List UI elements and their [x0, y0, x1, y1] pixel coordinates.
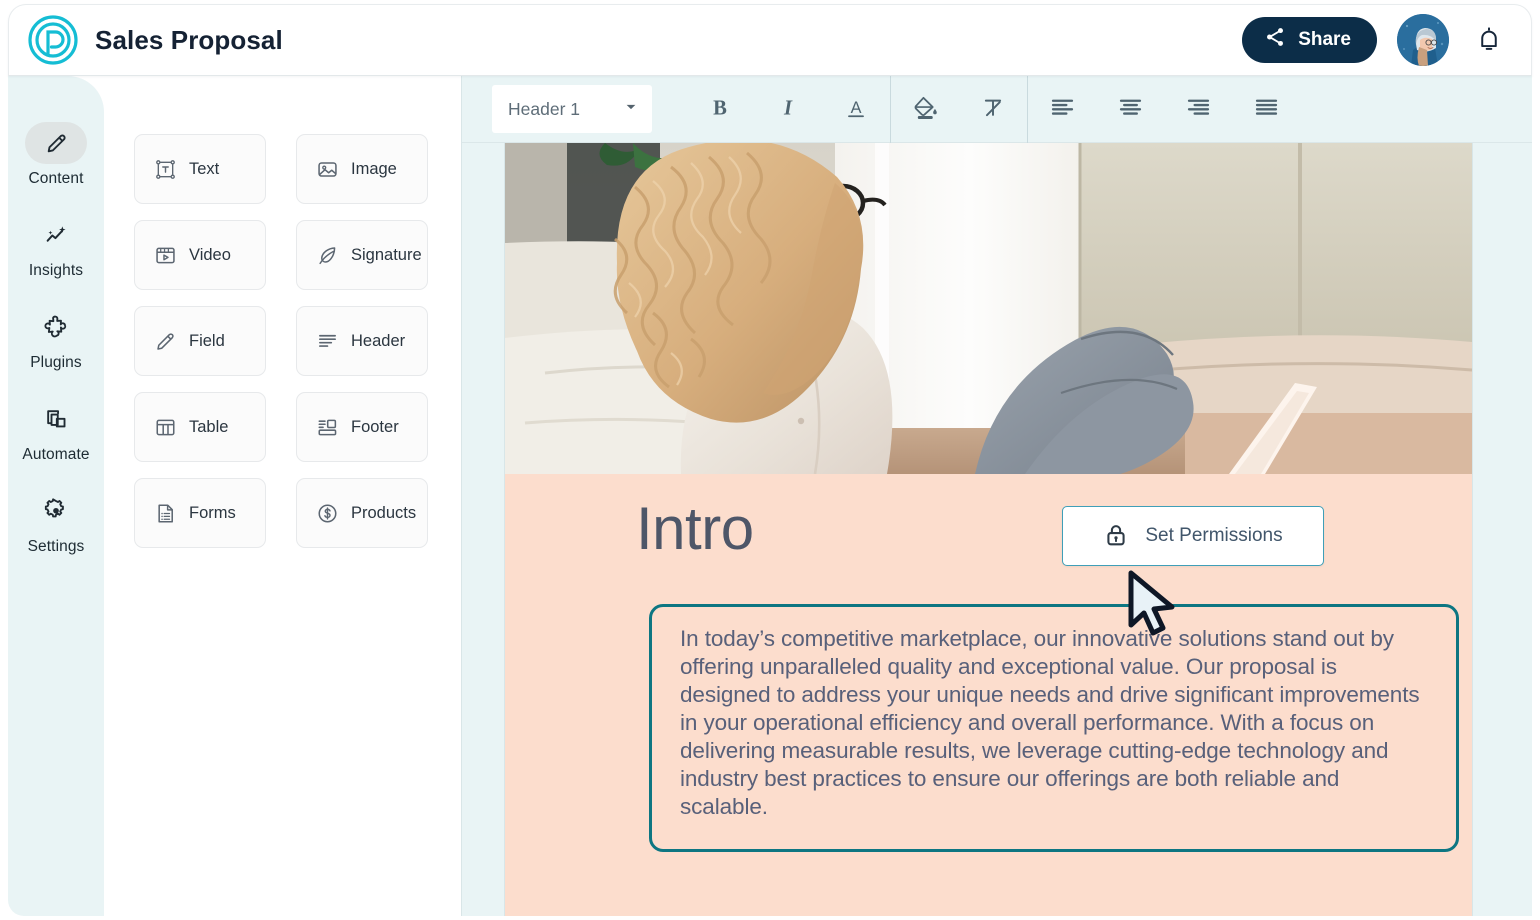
sidebar-item-settings[interactable]: Settings	[8, 490, 104, 556]
document-page: Intro Set Permissions In today’s competi…	[505, 143, 1472, 916]
fill-format-group	[891, 76, 1027, 143]
sidebar-item-insights[interactable]: Insights	[8, 214, 104, 280]
form-document-icon	[153, 501, 177, 525]
hero-image[interactable]	[505, 143, 1472, 474]
palette-item-label: Table	[189, 417, 229, 436]
sidebar-item-automate[interactable]: Automate	[8, 398, 104, 464]
align-right-button[interactable]	[1164, 76, 1232, 143]
align-left-icon	[1049, 94, 1076, 124]
notification-bell-icon[interactable]	[1469, 20, 1509, 60]
top-bar: Sales Proposal Share	[8, 4, 1532, 76]
lock-icon	[1103, 522, 1129, 551]
palette-item-header[interactable]: Header	[296, 306, 428, 376]
share-button[interactable]: Share	[1242, 17, 1377, 63]
text-style-select[interactable]: Header 1	[492, 85, 652, 133]
video-player-icon	[153, 243, 177, 267]
palette-item-label: Products	[351, 503, 417, 522]
avatar[interactable]	[1397, 14, 1449, 66]
copy-layers-icon	[25, 398, 87, 440]
align-center-icon	[1117, 94, 1144, 124]
sidebar-item-content[interactable]: Content	[8, 122, 104, 188]
top-bar-actions: Share	[1242, 14, 1509, 66]
sidebar-item-label: Content	[28, 170, 84, 187]
sidebar-item-label: Settings	[27, 538, 85, 555]
left-nav-rail: Content Insights Plugins Automate Settin…	[8, 76, 104, 916]
text-format-group: B I A	[686, 76, 890, 143]
align-justify-icon	[1253, 94, 1280, 124]
sidebar-item-plugins[interactable]: Plugins	[8, 306, 104, 372]
alignment-group	[1028, 76, 1300, 143]
text-color-button[interactable]: A	[822, 76, 890, 143]
sidebar-item-label: Plugins	[30, 354, 82, 371]
palette-item-forms[interactable]: Forms	[134, 478, 266, 548]
palette-item-video[interactable]: Video	[134, 220, 266, 290]
palette-item-label: Image	[351, 159, 397, 178]
palette-item-label: Text	[189, 159, 220, 178]
image-icon	[315, 157, 339, 181]
footer-lines-icon	[315, 415, 339, 439]
editor-canvas: Intro Set Permissions In today’s competi…	[462, 143, 1532, 916]
set-permissions-label: Set Permissions	[1145, 525, 1283, 546]
editor-toolbar: Header 1 B I A	[462, 75, 1532, 143]
italic-button[interactable]: I	[754, 76, 822, 143]
palette-item-label: Field	[189, 331, 225, 350]
svg-text:B: B	[713, 97, 727, 119]
palette-item-label: Forms	[189, 503, 236, 522]
gear-icon	[25, 490, 87, 532]
share-button-label: Share	[1298, 29, 1351, 50]
palette-item-table[interactable]: Table	[134, 392, 266, 462]
pencil-icon	[25, 122, 87, 164]
proposify-p-logo-icon	[27, 14, 79, 66]
text-style-value: Header 1	[508, 98, 580, 119]
component-palette-grid: Text Image Video Signature Field Header …	[134, 134, 461, 548]
clear-formatting-icon	[980, 95, 1006, 124]
align-right-icon	[1185, 94, 1212, 124]
svg-text:A: A	[851, 98, 862, 116]
clear-formatting-button[interactable]	[959, 76, 1027, 143]
fill-color-button[interactable]	[891, 76, 959, 143]
header-lines-icon	[315, 329, 339, 353]
bold-icon: B	[707, 95, 733, 124]
palette-item-footer[interactable]: Footer	[296, 392, 428, 462]
sidebar-item-label: Insights	[28, 262, 84, 279]
sparkle-chart-icon	[25, 214, 87, 256]
component-palette-panel: Text Image Video Signature Field Header …	[104, 76, 462, 916]
palette-item-image[interactable]: Image	[296, 134, 428, 204]
table-grid-icon	[153, 415, 177, 439]
text-color-underline-icon: A	[843, 95, 869, 124]
dollar-circle-icon	[315, 501, 339, 525]
bold-button[interactable]: B	[686, 76, 754, 143]
palette-item-label: Header	[351, 331, 406, 350]
palette-item-field[interactable]: Field	[134, 306, 266, 376]
puzzle-piece-icon	[25, 306, 87, 348]
palette-item-label: Signature	[351, 245, 422, 264]
feather-quill-icon	[315, 243, 339, 267]
page-title: Sales Proposal	[95, 24, 283, 55]
sidebar-item-label: Automate	[22, 446, 90, 463]
svg-text:I: I	[783, 97, 793, 119]
paint-bucket-icon	[912, 94, 939, 124]
section-header-row: Intro Set Permissions	[636, 495, 1324, 566]
palette-item-label: Video	[189, 245, 231, 264]
italic-icon: I	[775, 95, 801, 124]
palette-item-signature[interactable]: Signature	[296, 220, 428, 290]
palette-item-text[interactable]: Text	[134, 134, 266, 204]
palette-item-products[interactable]: Products	[296, 478, 428, 548]
align-center-button[interactable]	[1096, 76, 1164, 143]
align-left-button[interactable]	[1028, 76, 1096, 143]
pencil-icon	[153, 329, 177, 353]
chevron-down-icon	[624, 100, 638, 119]
section-title: Intro	[636, 495, 754, 562]
intro-text-block[interactable]: In today’s competitive marketplace, our …	[649, 604, 1459, 852]
set-permissions-button[interactable]: Set Permissions	[1062, 506, 1324, 566]
app-root: Sales Proposal Share Content Insights Pl…	[0, 0, 1540, 920]
share-icon	[1264, 26, 1286, 54]
brand: Sales Proposal	[27, 14, 283, 66]
palette-item-label: Footer	[351, 417, 399, 436]
intro-body-text: In today’s competitive marketplace, our …	[680, 626, 1420, 819]
text-box-icon	[153, 157, 177, 181]
align-justify-button[interactable]	[1232, 76, 1300, 143]
